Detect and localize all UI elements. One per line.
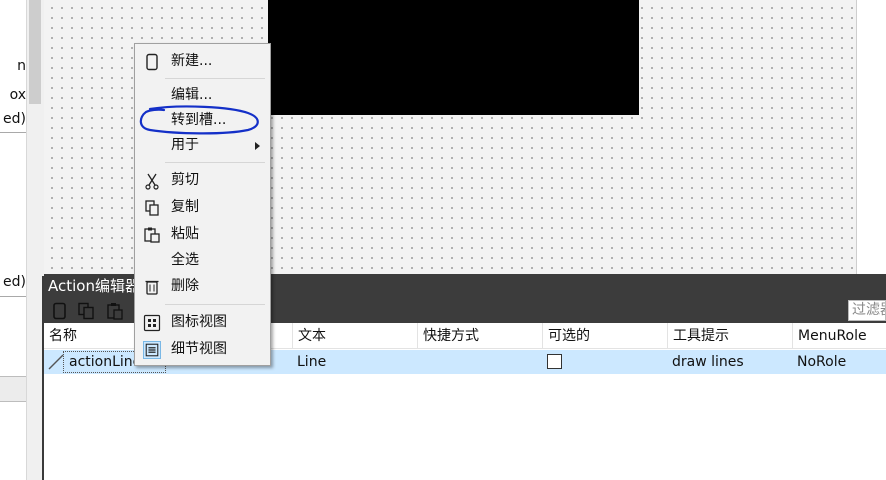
menu-item-copy[interactable]: 复制 (137, 195, 268, 220)
menu-item-cut[interactable]: 剪切 (137, 168, 268, 193)
menu-item-label: 新建... (171, 53, 213, 69)
column-header-shortcut[interactable]: 快捷方式 (417, 323, 479, 349)
menu-item-detail-view[interactable]: 细节视图 (137, 337, 268, 362)
menu-separator (165, 78, 265, 79)
menu-item-label: 图标视图 (171, 314, 227, 330)
action-shortcut-cell[interactable] (417, 350, 422, 374)
action-text-cell[interactable]: Line (292, 350, 326, 374)
new-document-icon[interactable] (50, 302, 68, 320)
property-fragment: ox (9, 87, 26, 103)
cut-icon (145, 173, 159, 190)
menu-item-label: 用于 (171, 137, 199, 153)
menu-item-go-to-slot[interactable]: 转到槽... (137, 108, 268, 133)
scrollbar-thumb[interactable] (29, 0, 41, 104)
menu-item-label: 全选 (171, 252, 199, 268)
action-tooltip-cell[interactable]: draw lines (667, 350, 744, 374)
copy-icon[interactable] (77, 302, 95, 320)
menu-item-select-all[interactable]: 全选 (137, 248, 268, 273)
trash-icon (145, 280, 159, 295)
property-row[interactable] (0, 376, 26, 402)
divider (0, 296, 26, 297)
action-menurole-cell[interactable]: NoRole (792, 350, 846, 374)
menu-item-use-in[interactable]: 用于 (137, 133, 268, 158)
paste-icon[interactable] (106, 302, 124, 320)
menu-item-label: 粘贴 (171, 226, 199, 242)
menu-item-paste[interactable]: 粘贴 (137, 222, 268, 247)
canvas-side-panel (856, 0, 886, 274)
divider (0, 132, 26, 133)
new-document-icon (146, 53, 158, 71)
column-header-checkable[interactable]: 可选的 (542, 323, 590, 349)
menu-item-label: 转到槽... (171, 112, 227, 128)
menu-item-label: 复制 (171, 199, 199, 215)
menu-item-icon-view[interactable]: 图标视图 (137, 310, 268, 335)
detail-view-icon (143, 341, 161, 359)
menu-item-delete[interactable]: 删除 (137, 274, 268, 299)
column-header-text[interactable]: 文本 (292, 323, 326, 349)
menu-item-label: 剪切 (171, 172, 199, 188)
menu-item-new[interactable]: 新建... (137, 49, 268, 74)
property-fragment: ed) (3, 111, 26, 127)
context-menu: 新建... 编辑... 转到槽... 用于 剪切 复制 粘贴 全选 删除 图标视… (134, 43, 271, 366)
column-header-name[interactable]: 名称 (44, 323, 77, 349)
copy-icon (145, 200, 159, 216)
column-header-tooltip[interactable]: 工具提示 (667, 323, 729, 349)
property-fragment: n (17, 58, 26, 74)
menu-item-edit[interactable]: 编辑... (137, 83, 268, 108)
menu-item-label: 编辑... (171, 87, 213, 103)
black-widget[interactable] (268, 0, 639, 115)
checkable-checkbox[interactable] (547, 354, 562, 369)
menu-item-label: 删除 (171, 278, 199, 294)
icon-view-icon (143, 314, 161, 332)
property-panel-scrollbar[interactable] (26, 0, 42, 480)
filter-input[interactable]: 过滤器 (848, 300, 886, 321)
menu-separator (165, 162, 265, 163)
property-panel: n ox ed) ed) (0, 0, 26, 480)
paste-icon (144, 227, 160, 243)
submenu-arrow-icon (255, 142, 260, 150)
column-header-menurole[interactable]: MenuRole (792, 323, 867, 349)
property-fragment: ed) (3, 274, 26, 290)
menu-separator (165, 304, 265, 305)
menu-item-label: 细节视图 (171, 341, 227, 357)
